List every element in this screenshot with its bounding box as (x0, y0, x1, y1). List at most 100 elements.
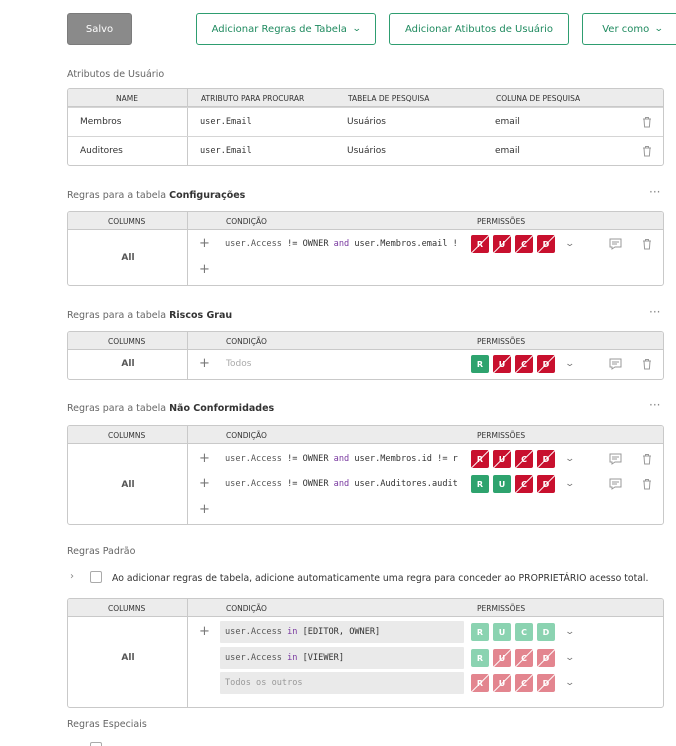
perm-delete[interactable]: D (537, 450, 555, 468)
permissions-group: R U C D (471, 649, 555, 667)
condition-placeholder[interactable]: Todos (226, 359, 251, 369)
header-attribute: ATRIBUTO PARA PROCURAR (201, 94, 305, 103)
default-rules-table: COLUMNS CONDIÇÃO PERMISSÕES All + user.A… (67, 598, 664, 708)
rules-header: COLUMNS CONDIÇÃO PERMISSÕES (68, 332, 663, 350)
add-table-rules-button[interactable]: Adicionar Regras de Tabela ⌄ (196, 13, 376, 45)
condition-text[interactable]: user.Access != OWNER and user.Membros.em… (225, 239, 458, 249)
perm-delete[interactable]: D (537, 674, 555, 692)
add-user-attributes-label: Adicionar Atibutos de Usuário (404, 23, 554, 35)
perm-read[interactable]: R (471, 475, 489, 493)
trash-icon[interactable] (642, 478, 652, 490)
perm-read[interactable]: R (471, 450, 489, 468)
trash-icon[interactable] (642, 453, 652, 465)
table-header: NAME ATRIBUTO PARA PROCURAR TABELA DE PE… (68, 89, 663, 107)
expand-chevron-icon[interactable]: › (70, 571, 74, 582)
perm-update[interactable]: U (493, 674, 511, 692)
perm-update[interactable]: U (493, 355, 511, 373)
perm-update[interactable]: U (493, 623, 511, 641)
columns-all: All (121, 253, 135, 263)
add-table-rules-label: Adicionar Regras de Tabela (211, 23, 347, 35)
trash-icon[interactable] (642, 238, 652, 250)
perm-read[interactable]: R (471, 355, 489, 373)
save-label: Salvo (85, 23, 114, 35)
add-user-attributes-button[interactable]: Adicionar Atibutos de Usuário (389, 13, 569, 45)
owner-rule-checkbox[interactable] (90, 571, 102, 583)
condition-text[interactable]: user.Access != OWNER and user.Membros.id… (225, 454, 458, 464)
owner-rule-label: Ao adicionar regras de tabela, adicione … (112, 573, 649, 584)
perm-read[interactable]: R (471, 235, 489, 253)
perm-delete[interactable]: D (537, 355, 555, 373)
comment-icon[interactable] (609, 358, 622, 370)
add-icon[interactable]: + (199, 237, 210, 250)
chevron-down-icon[interactable]: ⌄ (564, 454, 575, 464)
rules-title: Regras para a tabela Não Conformidades (67, 403, 275, 414)
perm-delete[interactable]: D (537, 623, 555, 641)
perm-update[interactable]: U (493, 235, 511, 253)
condition-text[interactable]: user.Access in [VIEWER] (225, 653, 344, 663)
add-icon[interactable]: + (199, 625, 210, 638)
perm-delete[interactable]: D (537, 475, 555, 493)
chevron-down-icon[interactable]: ⌄ (564, 653, 575, 663)
header-condition: CONDIÇÃO (226, 604, 267, 613)
more-options-icon[interactable]: ··· (649, 185, 660, 199)
more-options-icon[interactable]: ··· (649, 398, 660, 412)
add-icon[interactable]: + (199, 263, 210, 276)
perm-delete[interactable]: D (537, 235, 555, 253)
permissions-group: R U C D (471, 235, 555, 253)
condition-text[interactable]: user.Access in [EDITOR, OWNER] (225, 627, 380, 637)
perm-create[interactable]: C (515, 475, 533, 493)
attr-column: email (495, 146, 520, 156)
condition-placeholder[interactable]: Todos os outros (225, 678, 303, 688)
rules-header: COLUMNS CONDIÇÃO PERMISSÕES (68, 599, 663, 617)
chevron-down-icon[interactable]: ⌄ (564, 627, 575, 637)
perm-create[interactable]: C (515, 649, 533, 667)
perm-create[interactable]: C (515, 355, 533, 373)
attr-lookup: user.Email (200, 117, 252, 127)
header-name: NAME (116, 94, 138, 103)
chevron-down-icon[interactable]: ⌄ (564, 359, 575, 369)
add-icon[interactable]: + (199, 357, 210, 370)
rules-header: COLUMNS CONDIÇÃO PERMISSÕES (68, 426, 663, 444)
add-icon[interactable]: + (199, 452, 210, 465)
perm-create[interactable]: C (515, 674, 533, 692)
header-column: COLUNA DE PESQUISA (496, 94, 581, 103)
rules-title: Regras para a tabela Riscos Grau (67, 310, 233, 321)
chevron-down-icon[interactable]: ⌄ (564, 239, 575, 249)
perm-read[interactable]: R (471, 649, 489, 667)
perm-update[interactable]: U (493, 649, 511, 667)
special-rule-checkbox[interactable] (90, 742, 102, 746)
rules-title: Regras para a tabela Configurações (67, 190, 246, 201)
chevron-down-icon[interactable]: ⌄ (564, 479, 575, 489)
more-options-icon[interactable]: ··· (649, 305, 660, 319)
comment-icon[interactable] (609, 478, 622, 490)
columns-all: All (121, 653, 135, 663)
view-as-button[interactable]: Ver como ⌄ (582, 13, 676, 45)
add-icon[interactable]: + (199, 503, 210, 516)
perm-update[interactable]: U (493, 450, 511, 468)
special-rules-title: Regras Especiais (67, 719, 147, 730)
attr-column: email (495, 117, 520, 127)
trash-icon[interactable] (642, 116, 652, 128)
perm-read[interactable]: R (471, 623, 489, 641)
condition-text[interactable]: user.Access != OWNER and user.Auditores.… (225, 479, 458, 489)
chevron-down-icon[interactable]: ⌄ (564, 678, 575, 688)
comment-icon[interactable] (609, 238, 622, 250)
table-row[interactable]: Auditores user.Email Usuários email (68, 136, 663, 165)
header-permissions: PERMISSÕES (477, 604, 526, 613)
attr-name: Membros (80, 117, 122, 127)
perm-create[interactable]: C (515, 235, 533, 253)
perm-create[interactable]: C (515, 623, 533, 641)
header-columns: COLUMNS (108, 337, 146, 346)
add-icon[interactable]: + (199, 477, 210, 490)
perm-read[interactable]: R (471, 674, 489, 692)
table-row[interactable]: Membros user.Email Usuários email (68, 107, 663, 136)
comment-icon[interactable] (609, 453, 622, 465)
trash-icon[interactable] (642, 358, 652, 370)
perm-update[interactable]: U (493, 475, 511, 493)
save-button[interactable]: Salvo (67, 13, 132, 45)
trash-icon[interactable] (642, 145, 652, 157)
permissions-group: R U C D (471, 475, 555, 493)
header-columns: COLUMNS (108, 431, 146, 440)
perm-create[interactable]: C (515, 450, 533, 468)
perm-delete[interactable]: D (537, 649, 555, 667)
